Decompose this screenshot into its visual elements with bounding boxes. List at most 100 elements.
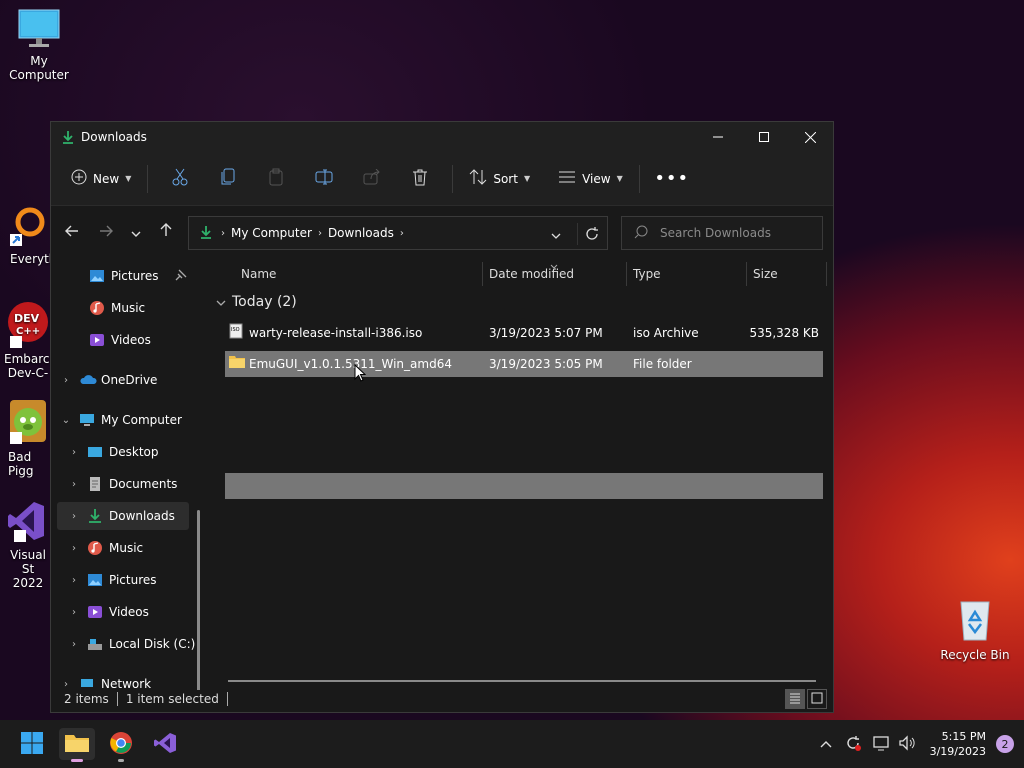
up-button[interactable]	[151, 217, 181, 247]
breadcrumb-my-computer[interactable]: My Computer	[231, 226, 312, 240]
sidebar-item-desktop[interactable]: › Desktop	[51, 438, 201, 466]
sort-label: Sort	[493, 171, 518, 186]
sidebar-item-label: My Computer	[101, 413, 182, 427]
column-divider[interactable]	[746, 262, 747, 286]
desktop-icon-my-computer[interactable]: My Computer	[0, 8, 78, 82]
navigation-pane: Pictures Music Videos › OneDrive ⌄ My Co…	[51, 260, 207, 690]
address-bar[interactable]: › My Computer › Downloads ›	[188, 216, 608, 250]
sidebar-item-documents[interactable]: › Documents	[51, 470, 201, 498]
status-divider	[226, 692, 228, 706]
chevron-right-icon[interactable]: ›	[400, 228, 404, 239]
table-row[interactable]: EmuGUI_v1.0.1.5311_Win_amd64 3/19/2023 5:…	[225, 351, 823, 377]
new-button[interactable]: New ▼	[63, 162, 139, 196]
sidebar-scrollbar[interactable]	[197, 510, 200, 690]
chevron-right-icon[interactable]: ›	[59, 375, 73, 386]
sidebar-item-label: OneDrive	[101, 373, 158, 387]
column-divider[interactable]	[826, 262, 827, 286]
recent-locations-button[interactable]	[121, 217, 151, 247]
chevron-down-icon	[216, 294, 226, 310]
show-hidden-icons-button[interactable]	[820, 737, 832, 751]
column-header-type[interactable]: Type	[633, 260, 661, 288]
sidebar-item-downloads[interactable]: › Downloads	[57, 502, 189, 530]
desktop-icon-everything[interactable]: Everyth	[0, 204, 52, 266]
sidebar-item-my-computer[interactable]: ⌄ My Computer	[51, 406, 201, 434]
forward-button[interactable]	[91, 217, 121, 247]
chevron-right-icon[interactable]: ›	[221, 228, 225, 239]
sidebar-item-music-pinned[interactable]: Music	[51, 294, 201, 322]
status-bar: 2 items 1 item selected	[51, 686, 833, 712]
column-header-name[interactable]: Name	[241, 260, 276, 288]
sort-button[interactable]: Sort ▼	[461, 162, 538, 196]
column-header-size[interactable]: Size	[753, 260, 778, 288]
tiles-view-icon	[811, 692, 823, 707]
share-icon	[363, 168, 381, 188]
svg-text:C++: C++	[16, 326, 40, 337]
notification-badge[interactable]: 2	[996, 735, 1014, 753]
desktop-icon-recycle-bin[interactable]: Recycle Bin	[936, 596, 1014, 662]
desktop-icon-bad-piggies[interactable]: Bad Pigg	[0, 398, 52, 478]
title-bar[interactable]: Downloads	[51, 122, 833, 152]
volume-icon[interactable]	[898, 734, 916, 754]
sort-indicator-icon	[550, 258, 558, 272]
chevron-right-icon[interactable]: ›	[67, 479, 81, 490]
sidebar-item-pictures-pinned[interactable]: Pictures	[51, 262, 201, 290]
search-box[interactable]: Search Downloads	[621, 216, 823, 250]
chevron-right-icon[interactable]: ›	[67, 511, 81, 522]
chevron-right-icon[interactable]: ›	[67, 447, 81, 458]
sidebar-item-videos[interactable]: › Videos	[51, 598, 201, 626]
column-divider[interactable]	[626, 262, 627, 286]
column-divider[interactable]	[482, 262, 483, 286]
chevron-right-icon[interactable]: ›	[67, 575, 81, 586]
chevron-down-icon: ▼	[523, 174, 531, 183]
taskbar-chrome[interactable]	[103, 728, 139, 762]
sidebar-item-videos-pinned[interactable]: Videos	[51, 326, 201, 354]
group-header[interactable]: Today (2)	[216, 294, 297, 310]
back-button[interactable]	[57, 217, 87, 247]
close-button[interactable]	[787, 122, 833, 152]
view-button[interactable]: View ▼	[550, 162, 631, 196]
file-date: 3/19/2023 5:07 PM	[489, 326, 603, 340]
sidebar-item-pictures[interactable]: › Pictures	[51, 566, 201, 594]
chevron-down-icon[interactable]: ⌄	[59, 415, 73, 426]
sidebar-item-music[interactable]: › Music	[51, 534, 201, 562]
chevron-right-icon[interactable]: ›	[67, 639, 81, 650]
file-explorer-window[interactable]: Downloads New ▼ Sort ▼ View ▼ ••• › My C…	[50, 121, 834, 713]
sidebar-item-onedrive[interactable]: › OneDrive	[51, 366, 201, 394]
share-button[interactable]	[348, 162, 396, 196]
download-arrow-icon	[61, 130, 75, 144]
content-horizontal-scrollbar[interactable]	[228, 680, 816, 682]
breadcrumb-downloads[interactable]: Downloads	[328, 226, 394, 240]
delete-button[interactable]	[396, 162, 444, 196]
table-row[interactable]	[225, 473, 823, 499]
active-indicator	[71, 759, 83, 762]
address-history-dropdown[interactable]	[551, 228, 561, 242]
sync-icon[interactable]	[844, 734, 862, 755]
rename-button[interactable]	[300, 162, 348, 196]
bad-piggies-icon	[4, 398, 48, 446]
paste-button[interactable]	[252, 162, 300, 196]
sidebar-item-local-disk[interactable]: › Local Disk (C:)	[51, 630, 201, 658]
table-row[interactable]: ISO warty-release-install-i386.iso 3/19/…	[225, 320, 823, 346]
search-input[interactable]: Search Downloads	[660, 226, 771, 240]
chevron-right-icon[interactable]: ›	[67, 607, 81, 618]
cut-button[interactable]	[156, 162, 204, 196]
chevron-right-icon[interactable]: ›	[318, 228, 322, 239]
more-options-button[interactable]: •••	[648, 162, 696, 196]
details-view-button[interactable]	[785, 689, 805, 709]
item-count: 2 items	[64, 692, 109, 706]
refresh-button[interactable]	[577, 223, 605, 245]
tiles-view-button[interactable]	[807, 689, 827, 709]
desktop-icon-visual-studio[interactable]: Visual St 2022	[0, 498, 52, 590]
network-icon[interactable]	[872, 735, 890, 754]
desktop-icon-embarcadero[interactable]: DEV C++ Embarca Dev-C-	[0, 300, 52, 380]
minimize-button[interactable]	[695, 122, 741, 152]
start-button[interactable]	[14, 728, 50, 760]
maximize-button[interactable]	[741, 122, 787, 152]
copy-button[interactable]	[204, 162, 252, 196]
clock[interactable]: 5:15 PM 3/19/2023	[930, 729, 986, 759]
chevron-right-icon[interactable]: ›	[67, 543, 81, 554]
taskbar-file-explorer[interactable]	[59, 728, 95, 762]
column-header-date-modified[interactable]: Date modified	[489, 260, 574, 288]
taskbar-visual-studio[interactable]	[147, 728, 183, 760]
sidebar-item-label: Documents	[109, 477, 178, 491]
